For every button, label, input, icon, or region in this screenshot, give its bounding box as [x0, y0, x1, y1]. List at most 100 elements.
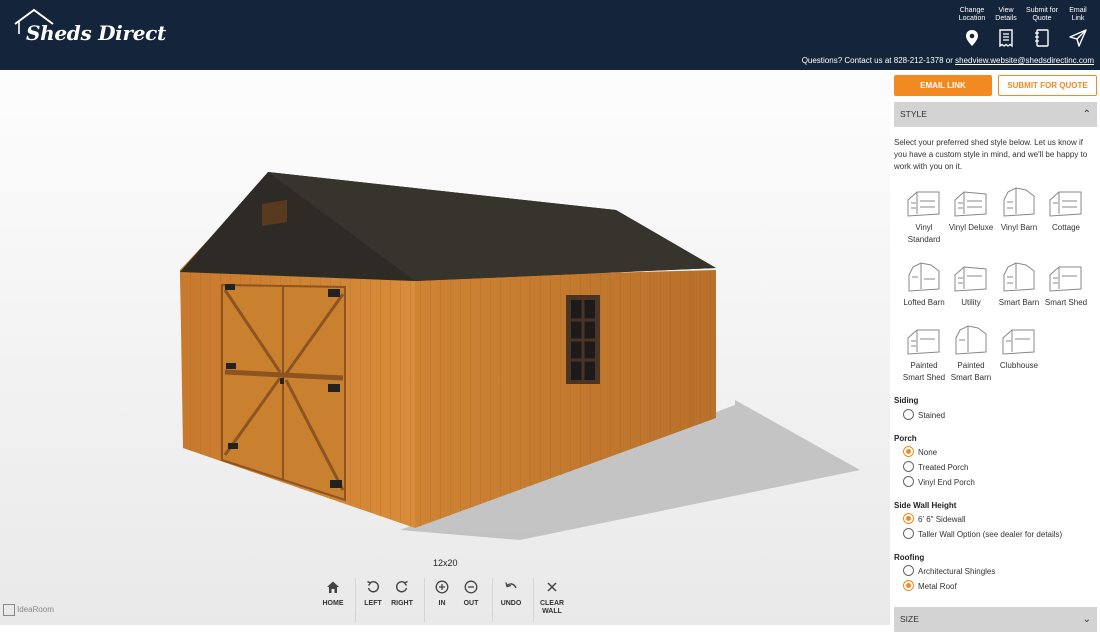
dimension-label: 12x20: [433, 558, 458, 568]
undo-label: UNDO: [500, 600, 522, 607]
barn-outline-icon: [1003, 262, 1035, 292]
idearoom-brand: IdeaRoom: [3, 604, 54, 616]
configurator-panel: EMAIL LINK SUBMIT FOR QUOTE STYLE ⌃ Sele…: [890, 70, 1100, 632]
style-section-label: STYLE: [900, 109, 927, 119]
style-tile-vinyl-barn[interactable]: Vinyl Barn: [995, 186, 1043, 234]
idearoom-logo-icon: [3, 604, 15, 616]
option-label: Metal Roof: [918, 582, 957, 591]
shed-outline-icon: [907, 191, 940, 217]
submit-quote-label: Submit for Quote: [1026, 7, 1058, 22]
rotate-left-label: LEFT: [364, 600, 382, 607]
change-location-button[interactable]: Change Location: [955, 7, 989, 50]
style-tile-lofted-barn[interactable]: Lofted Barn: [900, 261, 948, 309]
home-label: HOME: [322, 600, 344, 607]
shed-3d-model[interactable]: [0, 70, 890, 625]
style-label: Vinyl Deluxe: [948, 223, 994, 232]
siding-option-stained[interactable]: Stained: [903, 409, 946, 421]
option-label: Treated Porch: [918, 463, 969, 472]
sheds-direct-logo[interactable]: Sheds Direct: [12, 8, 212, 50]
style-description: Select your preferred shed style below. …: [894, 138, 1088, 171]
home-icon: [327, 581, 339, 593]
style-label: Clubhouse: [999, 361, 1039, 370]
style-tile-utility[interactable]: Utility: [947, 261, 995, 309]
shed-outline-icon: [1049, 191, 1082, 217]
shed-outline-icon: [954, 191, 987, 217]
radio-button[interactable]: [903, 476, 914, 488]
style-label: Cottage: [1051, 223, 1081, 232]
style-tile-painted-smart-barn[interactable]: Painted Smart Barn: [947, 324, 995, 384]
send-icon: [1069, 29, 1087, 47]
porch-option-treated[interactable]: Treated Porch: [903, 461, 969, 473]
radio-button[interactable]: [903, 461, 914, 473]
zoom-in-icon: [435, 580, 449, 594]
radio-button[interactable]: [903, 528, 914, 540]
radio-button[interactable]: [903, 409, 914, 421]
shed-3d-viewer[interactable]: 12x20 HOME LEFT RIGHT IN OUT UNDO CLEAR …: [0, 70, 890, 625]
view-details-label: View Details: [995, 7, 1017, 22]
rotate-right-button[interactable]: RIGHT: [382, 580, 422, 608]
style-tile-smart-shed[interactable]: Smart Shed: [1042, 261, 1090, 309]
roofing-option-metal[interactable]: Metal Roof: [903, 580, 957, 592]
email-link-header-button[interactable]: Email Link: [1065, 7, 1091, 50]
roofing-label: Roofing: [894, 553, 925, 562]
style-tile-cottage[interactable]: Cottage: [1042, 186, 1090, 234]
option-label: 6' 6" Sidewall: [918, 515, 966, 524]
zoom-out-icon: [464, 580, 478, 594]
style-tile-vinyl-standard[interactable]: Vinyl Standard: [900, 186, 948, 246]
size-section-header[interactable]: SIZE ⌄: [894, 607, 1097, 632]
style-section-header[interactable]: STYLE ⌃: [894, 102, 1097, 127]
style-label: Smart Barn: [998, 298, 1040, 307]
home-button[interactable]: HOME: [313, 580, 353, 608]
sidewall-option-6-6[interactable]: 6' 6" Sidewall: [903, 513, 966, 525]
siding-label: Siding: [894, 396, 919, 405]
header-bar: Sheds Direct Change Location View Detail…: [0, 0, 1100, 70]
option-label: None: [918, 448, 938, 457]
radio-button-selected[interactable]: [903, 446, 914, 458]
receipt-icon: [999, 29, 1013, 48]
option-label: Vinyl End Porch: [918, 478, 975, 487]
sidewall-option-taller[interactable]: Taller Wall Option (see dealer for detai…: [903, 528, 1063, 540]
map-pin-icon: [966, 30, 978, 46]
undo-button[interactable]: UNDO: [491, 580, 531, 608]
option-label: Stained: [918, 411, 946, 420]
undo-icon: [505, 582, 517, 589]
style-label: Painted Smart Shed: [902, 361, 946, 382]
rotate-right-label: RIGHT: [391, 600, 413, 607]
contact-info: Questions? Contact us at 828-212-1378 or…: [802, 56, 1094, 65]
option-label: Taller Wall Option (see dealer for detai…: [918, 530, 1063, 539]
zoom-in-label: IN: [438, 600, 446, 607]
notebook-icon: [1035, 29, 1049, 47]
idearoom-label: IdeaRoom: [17, 605, 54, 615]
rotate-right-icon: [395, 580, 408, 593]
style-label: Utility: [961, 298, 981, 307]
email-link-button[interactable]: EMAIL LINK: [894, 75, 992, 96]
size-section-label: SIZE: [900, 614, 919, 624]
change-location-label: Change Location: [958, 7, 986, 22]
roofing-option-architectural[interactable]: Architectural Shingles: [903, 565, 995, 577]
porch-option-none[interactable]: None: [903, 446, 938, 458]
radio-button-selected[interactable]: [903, 580, 914, 592]
barn-outline-icon: [908, 262, 940, 292]
logo-text: Sheds Direct: [26, 21, 166, 45]
submit-for-quote-panel-button[interactable]: SUBMIT FOR QUOTE: [998, 75, 1097, 96]
style-label: Vinyl Barn: [1000, 223, 1038, 232]
barn-outline-icon: [955, 325, 987, 355]
view-details-button[interactable]: View Details: [991, 7, 1021, 50]
style-label: Lofted Barn: [903, 298, 945, 307]
porch-label: Porch: [894, 434, 917, 443]
close-icon: [547, 582, 557, 592]
zoom-out-button[interactable]: OUT: [451, 580, 491, 608]
contact-email-link[interactable]: shedview.website@shedsdirectinc.com: [955, 56, 1094, 65]
radio-button-selected[interactable]: [903, 513, 914, 525]
style-tile-clubhouse[interactable]: Clubhouse: [995, 324, 1043, 372]
style-tile-painted-smart-shed[interactable]: Painted Smart Shed: [900, 324, 948, 384]
email-link-label: Email Link: [1069, 7, 1087, 22]
submit-for-quote-button[interactable]: Submit for Quote: [1023, 7, 1061, 50]
style-tile-vinyl-deluxe[interactable]: Vinyl Deluxe: [947, 186, 995, 234]
chevron-down-icon: ⌄: [1082, 614, 1091, 625]
clear-wall-label: CLEAR WALL: [539, 600, 565, 615]
clear-wall-button[interactable]: CLEAR WALL: [532, 580, 572, 616]
radio-button[interactable]: [903, 565, 914, 577]
style-tile-smart-barn[interactable]: Smart Barn: [995, 261, 1043, 309]
porch-option-vinyl-end[interactable]: Vinyl End Porch: [903, 476, 975, 488]
